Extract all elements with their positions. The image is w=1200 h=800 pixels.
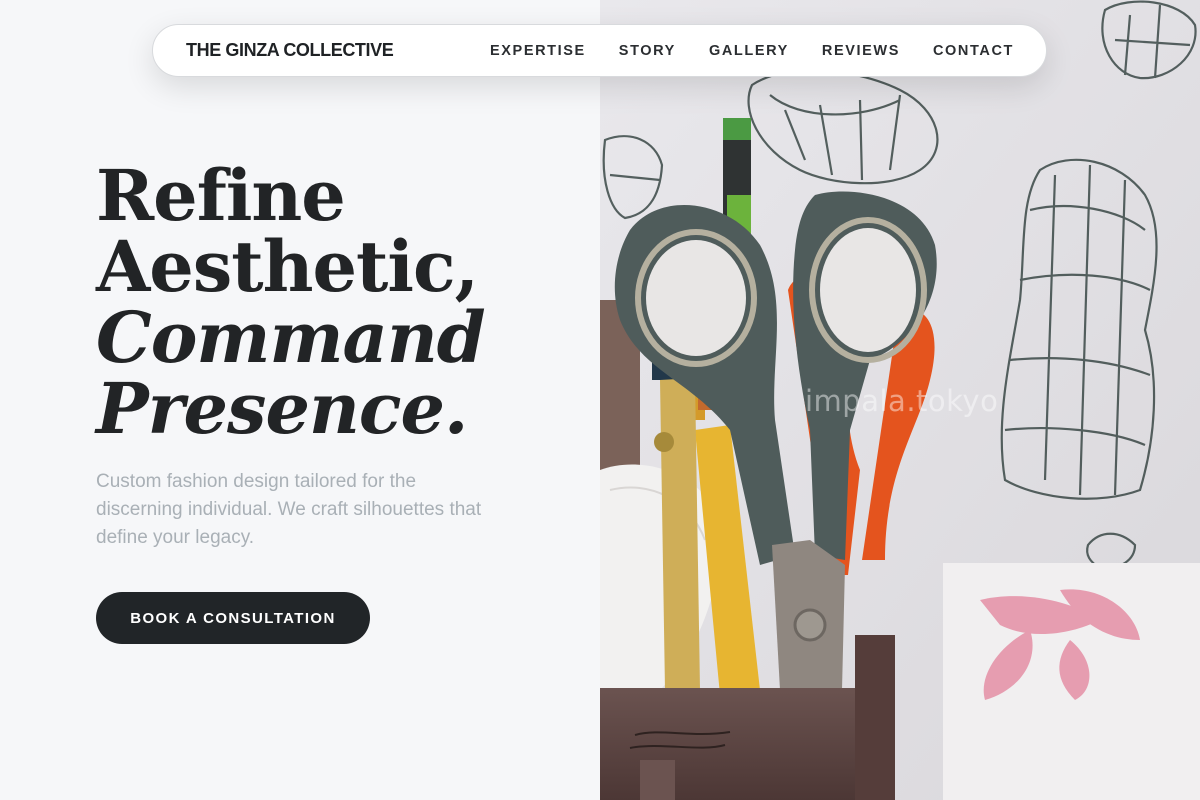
hero-section: Refine Aesthetic, Command Presence. Cust… [0,0,600,800]
nav-menu: EXPERTISE STORY GALLERY REVIEWS CONTACT [490,43,1014,59]
hero-description: Custom fashion design tailored for the d… [96,471,482,548]
nav-link-gallery[interactable]: GALLERY [709,43,789,59]
nav-link-story[interactable]: STORY [619,43,676,59]
headline-line-4: Presence. [96,367,468,450]
photo-watermark: impala.tokyo [805,384,999,418]
top-navigation: THE GINZA COLLECTIVE EXPERTISE STORY GAL… [152,24,1047,77]
hero-headline: Refine Aesthetic, Command Presence. [96,154,486,450]
nav-link-contact[interactable]: CONTACT [933,43,1014,59]
nav-link-reviews[interactable]: REVIEWS [822,43,900,59]
headline-line-2: Aesthetic, [96,225,479,308]
headline-line-1: Refine [96,154,346,237]
nav-link-expertise[interactable]: EXPERTISE [490,43,586,59]
hero-photo: impala.tokyo [600,0,1200,800]
headline-line-3: Command [96,296,486,379]
book-consultation-button[interactable]: BOOK A CONSULTATION [96,592,370,644]
brand-logo[interactable]: THE GINZA COLLECTIVE [186,40,394,61]
